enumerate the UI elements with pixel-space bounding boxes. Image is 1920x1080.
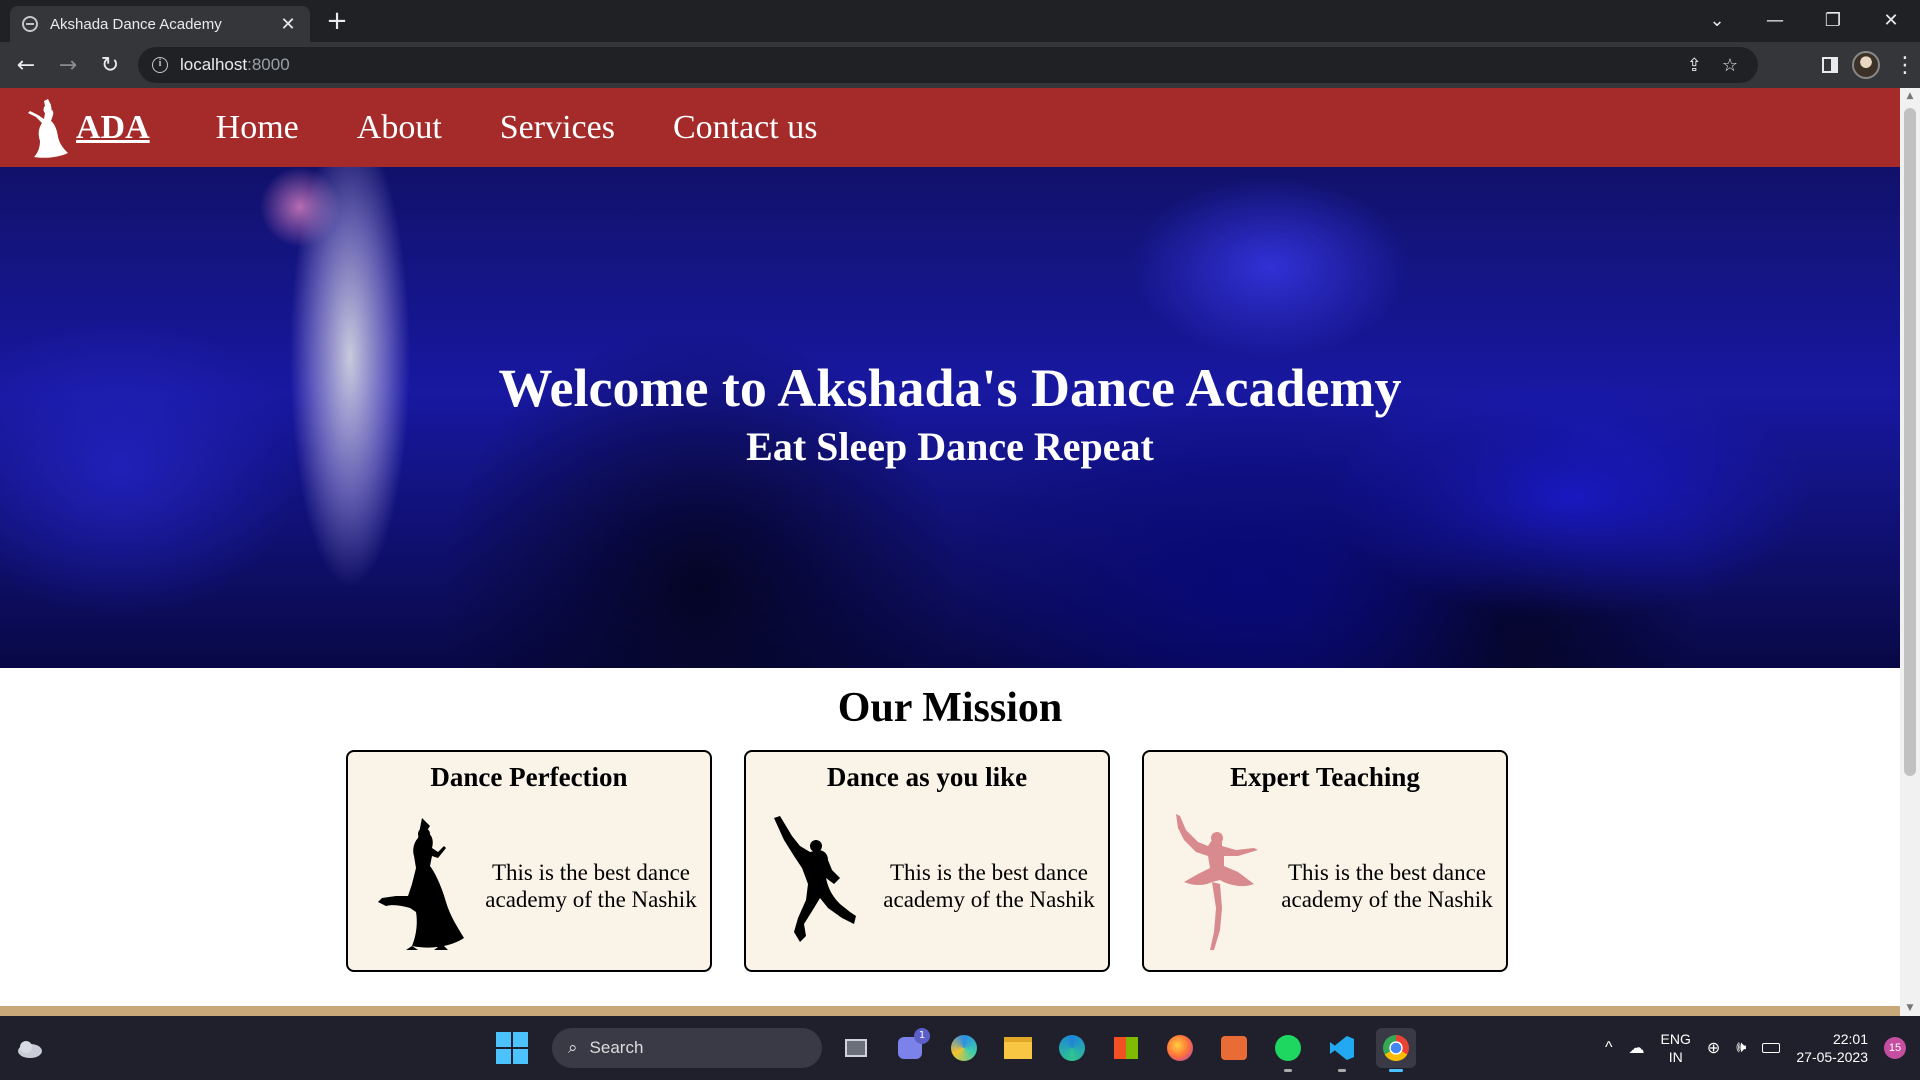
reload-button[interactable]: ↻ <box>90 45 130 85</box>
card-title: Dance as you like <box>826 762 1028 792</box>
browser-menu-icon[interactable]: ⋮ <box>1894 53 1916 78</box>
profile-avatar[interactable] <box>1852 51 1880 79</box>
logo-text[interactable]: ADA <box>76 109 150 147</box>
lang-code: ENG <box>1660 1031 1691 1047</box>
chrome-icon[interactable] <box>1376 1028 1416 1072</box>
region-code: IN <box>1668 1049 1683 1065</box>
bookmark-star-icon[interactable]: ☆ <box>1722 55 1738 76</box>
scroll-down-arrow-icon[interactable]: ▼ <box>1900 1000 1920 1016</box>
omnibox-actions: ⇪ ☆ <box>1687 47 1738 83</box>
restore-button[interactable]: ❐ <box>1804 0 1862 40</box>
clock[interactable]: 22:01 27-05-2023 <box>1796 1030 1868 1066</box>
close-window-button[interactable]: ✕ <box>1862 0 1920 40</box>
card-text: This is the best dance academy of the Na… <box>883 860 1095 912</box>
hero-banner: Welcome to Akshada's Dance Academy Eat S… <box>0 167 1900 668</box>
minimize-button[interactable]: — <box>1746 0 1804 40</box>
browser-tab-strip: Akshada Dance Academy ✕ + ⌄ — ❐ ✕ <box>0 0 1920 42</box>
mission-card-dance-as-you-like: Dance as you like This is the best dance… <box>744 750 1110 972</box>
globe-icon <box>22 16 38 32</box>
window-controls: ⌄ — ❐ ✕ <box>1688 0 1920 42</box>
browser-toolbar: ← → ↻ i localhost:8000 ⇪ ☆ ⋮ <box>0 42 1920 88</box>
site-logo[interactable]: ADA <box>24 97 150 159</box>
teams-badge: 1 <box>914 1028 930 1044</box>
microsoft-store-icon[interactable] <box>1106 1028 1146 1068</box>
card-text: This is the best dance academy of the Na… <box>485 860 697 912</box>
back-button[interactable]: ← <box>6 45 46 85</box>
network-icon[interactable]: ⊕ <box>1707 1038 1720 1058</box>
side-panel-icon[interactable] <box>1822 57 1838 73</box>
app-icon[interactable] <box>1214 1028 1254 1068</box>
search-placeholder: Search <box>589 1038 644 1057</box>
share-icon[interactable]: ⇪ <box>1687 55 1702 76</box>
address-bar[interactable]: i localhost:8000 ⇪ ☆ <box>138 47 1758 83</box>
firefox-icon[interactable] <box>1160 1028 1200 1068</box>
taskbar-apps: ⌕ Search 1 <box>496 1016 1416 1080</box>
ballerina-icon <box>1176 814 1258 950</box>
windows-taskbar: ⌕ Search 1 ^ ☁ ENG IN ⊕ 🕪 22:01 27-05-20… <box>0 1016 1920 1080</box>
onedrive-icon[interactable]: ☁ <box>1629 1038 1645 1058</box>
notification-count-badge[interactable]: 15 <box>1884 1037 1906 1059</box>
url-port: :8000 <box>247 55 290 74</box>
jumping-dancer-icon <box>774 816 856 942</box>
taskbar-search[interactable]: ⌕ Search <box>552 1028 822 1068</box>
browser-tab[interactable]: Akshada Dance Academy ✕ <box>10 6 310 42</box>
mission-heading: Our Mission <box>837 685 1063 731</box>
edge-browser-icon[interactable] <box>1052 1028 1092 1068</box>
next-section-edge <box>0 1006 1900 1016</box>
new-tab-button[interactable]: + <box>322 6 352 36</box>
spotify-icon[interactable] <box>1268 1028 1308 1072</box>
scrollbar-thumb[interactable] <box>1904 108 1916 776</box>
chevron-up-icon[interactable]: ^ <box>1605 1039 1613 1057</box>
hero-subtitle: Eat Sleep Dance Repeat <box>746 424 1154 469</box>
task-view-icon[interactable] <box>836 1028 876 1068</box>
tab-search-chevron-icon[interactable]: ⌄ <box>1688 0 1746 40</box>
volume-icon[interactable]: 🕪 <box>1736 1039 1746 1057</box>
mission-card-dance-perfection: Dance Perfection This is the best dance … <box>346 750 712 972</box>
url-host: localhost <box>180 55 248 74</box>
site-info-icon[interactable]: i <box>152 57 168 73</box>
scroll-up-arrow-icon[interactable]: ▲ <box>1900 88 1920 104</box>
site-navbar: ADA Home About Services Contact us <box>0 88 1900 167</box>
menu-contact[interactable]: Contact us <box>673 109 817 147</box>
search-icon: ⌕ <box>568 1038 578 1057</box>
card-title: Dance Perfection <box>430 762 628 792</box>
edge-beta-icon[interactable] <box>944 1028 984 1068</box>
language-indicator[interactable]: ENG IN <box>1661 1030 1691 1066</box>
forward-button[interactable]: → <box>48 45 88 85</box>
card-text: This is the best dance academy of the Na… <box>1281 860 1493 912</box>
toolbar-right: ⋮ <box>1822 42 1916 88</box>
menu-about[interactable]: About <box>357 109 442 147</box>
page-viewport: ADA Home About Services Contact us Welco… <box>0 88 1900 1016</box>
clock-date: 27-05-2023 <box>1796 1049 1868 1065</box>
teams-chat-icon[interactable]: 1 <box>890 1028 930 1068</box>
close-tab-icon[interactable]: ✕ <box>278 14 298 35</box>
weather-cloud-icon[interactable] <box>14 1036 44 1060</box>
page-scrollbar[interactable]: ▲ ▼ <box>1900 88 1920 1016</box>
hero-title: Welcome to Akshada's Dance Academy <box>498 358 1402 418</box>
menu-services[interactable]: Services <box>500 109 615 147</box>
main-menu: Home About Services Contact us <box>216 109 818 147</box>
windows-start-icon[interactable] <box>496 1032 528 1064</box>
battery-icon[interactable] <box>1762 1043 1781 1053</box>
kathak-dancer-icon <box>378 818 464 950</box>
mission-card-expert-teaching: Expert Teaching This is the best dance a… <box>1142 750 1508 972</box>
vscode-icon[interactable] <box>1322 1028 1362 1072</box>
file-explorer-icon[interactable] <box>998 1028 1038 1068</box>
dancer-logo-icon <box>28 98 68 158</box>
clock-time: 22:01 <box>1832 1031 1868 1047</box>
menu-home[interactable]: Home <box>216 109 299 147</box>
system-tray: ^ ☁ ENG IN ⊕ 🕪 22:01 27-05-2023 15 <box>1605 1016 1906 1080</box>
tab-title: Akshada Dance Academy <box>50 15 222 33</box>
card-title: Expert Teaching <box>1230 762 1420 792</box>
